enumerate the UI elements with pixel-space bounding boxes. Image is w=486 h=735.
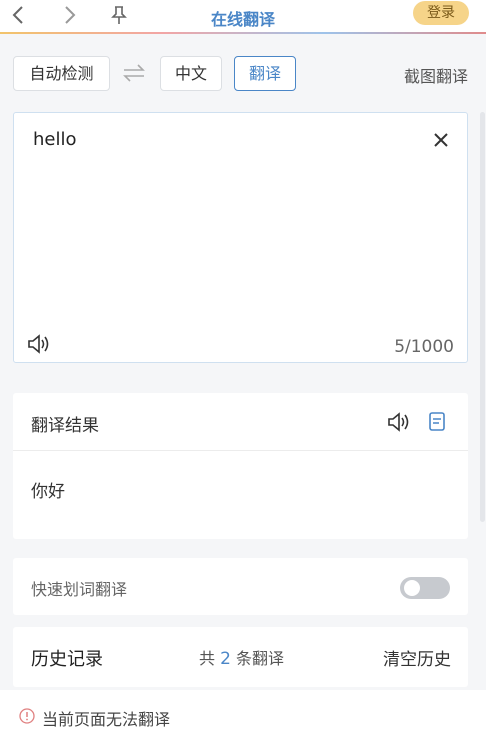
quick-translate-toggle[interactable] [400,577,450,599]
login-button[interactable]: 登录 [413,1,469,25]
speaker-icon[interactable] [387,411,411,433]
source-text-input[interactable]: hello [33,129,77,150]
clear-history-button[interactable]: 清空历史 [383,645,451,670]
swap-arrows-icon[interactable] [121,62,147,84]
language-bar: 自动检测 中文 翻译 截图翻译 [0,56,486,92]
history-title: 历史记录 [31,649,103,670]
translate-button[interactable]: 翻译 [234,56,296,91]
screenshot-translate-link[interactable]: 截图翻译 [404,63,468,87]
footer-message: 当前页面无法翻译 [42,710,171,729]
source-text-panel[interactable]: hello 5/1000 [13,112,468,363]
top-bar: 在线翻译 登录 [0,0,486,34]
warning-icon [19,708,35,724]
header-divider [0,32,486,34]
toggle-knob [404,580,420,596]
result-header: 翻译结果 [13,393,468,451]
quick-translate-row: 快速划词翻译 [13,558,468,615]
close-icon[interactable] [432,131,450,149]
scrollbar[interactable] [480,112,485,522]
quick-translate-label: 快速划词翻译 [31,580,128,599]
copy-icon[interactable] [427,411,447,433]
speaker-icon[interactable] [27,333,51,355]
history-count-number: 2 [220,649,231,669]
footer-bar: 当前页面无法翻译 [0,690,486,735]
history-count-suffix: 条翻译 [236,649,285,668]
history-count-prefix: 共 [199,649,216,668]
result-text: 你好 [31,482,65,502]
history-section: 历史记录 共 2 条翻译 清空历史 [13,627,468,687]
target-language-select[interactable]: 中文 [160,56,222,91]
history-count: 共 2 条翻译 [199,645,284,669]
character-counter: 5/1000 [394,337,454,357]
source-language-select[interactable]: 自动检测 [13,56,110,91]
result-title: 翻译结果 [31,416,99,436]
result-panel: 翻译结果 你好 [13,393,468,539]
